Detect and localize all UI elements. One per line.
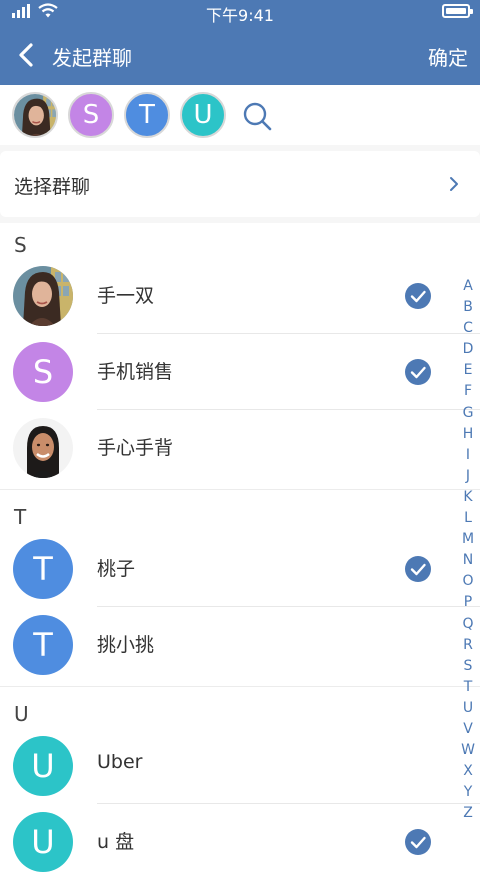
contact-avatar-photo bbox=[13, 418, 73, 478]
contact-name: 手机销售 bbox=[97, 361, 174, 383]
section-header-t: T bbox=[14, 505, 27, 529]
index-letter-x[interactable]: X bbox=[458, 761, 478, 782]
selected-avatar-letter[interactable]: S bbox=[68, 92, 114, 138]
contact-row[interactable]: S 手机销售 bbox=[0, 334, 480, 410]
contact-name: 手心手背 bbox=[97, 437, 174, 459]
selected-avatar-letter[interactable]: U bbox=[180, 92, 226, 138]
contact-avatar-letter: U bbox=[13, 736, 73, 796]
contact-avatar-letter: S bbox=[13, 342, 73, 402]
index-letter-r[interactable]: R bbox=[458, 635, 478, 656]
contact-name: 挑小挑 bbox=[97, 634, 155, 656]
contact-row[interactable]: 手心手背 bbox=[0, 410, 480, 486]
section-divider bbox=[0, 686, 480, 687]
index-letter-p[interactable]: P bbox=[458, 592, 478, 613]
status-time: 下午9:41 bbox=[206, 6, 274, 25]
contact-row[interactable]: Uu 盘 bbox=[0, 804, 480, 880]
index-letter-s[interactable]: S bbox=[458, 656, 478, 677]
index-letter-n[interactable]: N bbox=[458, 550, 478, 571]
index-letter-z[interactable]: Z bbox=[458, 803, 478, 824]
index-letter-y[interactable]: Y bbox=[458, 782, 478, 803]
contact-name: 桃子 bbox=[97, 558, 136, 580]
select-group-chat-label: 选择群聊 bbox=[14, 176, 91, 198]
selected-members-strip: STU bbox=[0, 85, 480, 145]
index-letter-t[interactable]: T bbox=[458, 677, 478, 698]
index-letter-e[interactable]: E bbox=[458, 360, 478, 381]
index-letter-v[interactable]: V bbox=[458, 719, 478, 740]
contact-name: 手一双 bbox=[97, 285, 155, 307]
index-letter-j[interactable]: J bbox=[458, 466, 478, 487]
contact-row[interactable]: 手一双 bbox=[0, 258, 480, 334]
confirm-button[interactable]: 确定 bbox=[428, 42, 468, 71]
index-letter-m[interactable]: M bbox=[458, 529, 478, 550]
alphabet-index[interactable]: ABCDEFGHIJKLMNOPQRSTUVWXYZ bbox=[458, 276, 478, 824]
header: 下午9:41 发起群聊 确定 bbox=[0, 0, 480, 85]
contact-avatar-photo bbox=[13, 266, 73, 326]
contact-row[interactable]: T 桃子 bbox=[0, 531, 480, 607]
index-letter-o[interactable]: O bbox=[458, 571, 478, 592]
index-letter-c[interactable]: C bbox=[458, 318, 478, 339]
search-icon[interactable] bbox=[241, 100, 273, 132]
selected-avatar-photo[interactable] bbox=[12, 92, 58, 138]
contact-name: Uber bbox=[97, 751, 143, 773]
index-letter-h[interactable]: H bbox=[458, 424, 478, 445]
checkmark-icon[interactable] bbox=[404, 282, 432, 310]
battery-icon bbox=[442, 4, 473, 18]
contact-avatar-letter: T bbox=[13, 615, 73, 675]
status-bar: 下午9:41 bbox=[0, 0, 480, 25]
checkmark-icon[interactable] bbox=[404, 555, 432, 583]
back-chevron-icon[interactable] bbox=[14, 42, 40, 68]
index-letter-k[interactable]: K bbox=[458, 487, 478, 508]
page-title: 发起群聊 bbox=[52, 46, 132, 70]
section-header-s: S bbox=[14, 233, 27, 257]
nav-bar: 发起群聊 确定 bbox=[0, 30, 480, 80]
contact-name: u 盘 bbox=[97, 831, 135, 853]
section-divider bbox=[0, 489, 480, 490]
index-letter-b[interactable]: B bbox=[458, 297, 478, 318]
index-letter-l[interactable]: L bbox=[458, 508, 478, 529]
select-group-chat-row[interactable]: 选择群聊 bbox=[0, 151, 480, 217]
index-letter-g[interactable]: G bbox=[458, 403, 478, 424]
chevron-right-icon bbox=[450, 177, 458, 191]
contact-avatar-letter: T bbox=[13, 539, 73, 599]
index-letter-d[interactable]: D bbox=[458, 339, 478, 360]
index-letter-u[interactable]: U bbox=[458, 698, 478, 719]
index-letter-q[interactable]: Q bbox=[458, 614, 478, 635]
selected-avatar-letter[interactable]: T bbox=[124, 92, 170, 138]
checkmark-icon[interactable] bbox=[404, 358, 432, 386]
contact-avatar-letter: U bbox=[13, 812, 73, 872]
index-letter-w[interactable]: W bbox=[458, 740, 478, 761]
contact-row[interactable]: T 挑小挑 bbox=[0, 607, 480, 683]
index-letter-a[interactable]: A bbox=[458, 276, 478, 297]
index-letter-f[interactable]: F bbox=[458, 381, 478, 402]
index-letter-i[interactable]: I bbox=[458, 445, 478, 466]
section-header-u: U bbox=[14, 702, 29, 726]
contact-row[interactable]: U Uber bbox=[0, 728, 480, 804]
